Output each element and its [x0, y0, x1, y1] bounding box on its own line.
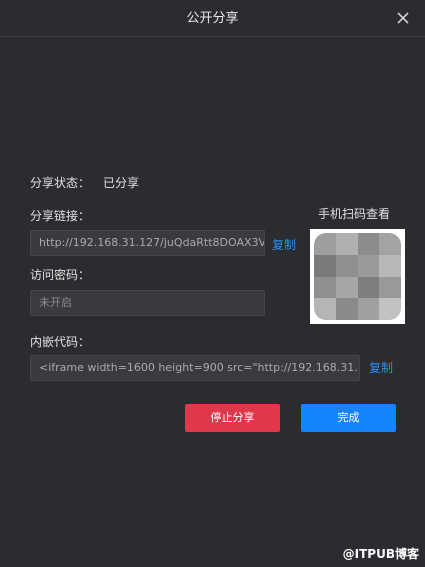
- qr-title: 手机扫码查看: [318, 207, 391, 221]
- done-button[interactable]: 完成: [301, 404, 396, 432]
- qr-code-pixels: [314, 233, 401, 320]
- embed-code-label: 内嵌代码：: [30, 335, 91, 349]
- qr-cell: [314, 276, 336, 299]
- embed-code-field[interactable]: <iframe width=1600 height=900 src="http:…: [30, 355, 360, 381]
- qr-cell: [357, 233, 380, 255]
- qr-cell: [357, 276, 380, 299]
- qr-cell: [379, 254, 401, 277]
- share-status-value: 已分享: [103, 176, 140, 190]
- qr-cell: [335, 298, 358, 320]
- qr-cell: [335, 233, 358, 255]
- qr-cell: [379, 233, 401, 255]
- share-dialog: 公开分享 分享状态： 已分享 分享链接： http://192.168.31.1…: [0, 0, 425, 567]
- qr-code-image: [310, 229, 405, 324]
- access-password-field[interactable]: 未开启: [30, 290, 265, 316]
- dialog-titlebar: 公开分享: [0, 0, 425, 37]
- qr-cell: [335, 276, 358, 299]
- qr-cell: [314, 298, 336, 320]
- watermark: @ITPUB博客: [342, 547, 419, 561]
- share-status-label: 分享状态：: [30, 176, 91, 190]
- share-link-field[interactable]: http://192.168.31.127/juQdaRtt8DOAX3Ve/: [30, 230, 265, 256]
- dialog-title: 公开分享: [186, 11, 239, 26]
- qr-cell: [357, 254, 380, 277]
- share-link-label: 分享链接：: [30, 209, 91, 223]
- qr-cell: [314, 233, 336, 255]
- stop-sharing-button[interactable]: 停止分享: [185, 404, 280, 432]
- qr-cell: [314, 254, 336, 277]
- qr-cell: [357, 298, 380, 320]
- close-icon[interactable]: [395, 10, 411, 26]
- qr-cell: [335, 254, 358, 277]
- copy-embed-button[interactable]: 复制: [369, 359, 393, 376]
- access-password-label: 访问密码：: [30, 268, 91, 282]
- copy-link-button[interactable]: 复制: [272, 236, 296, 253]
- qr-cell: [379, 298, 401, 320]
- qr-cell: [379, 276, 401, 299]
